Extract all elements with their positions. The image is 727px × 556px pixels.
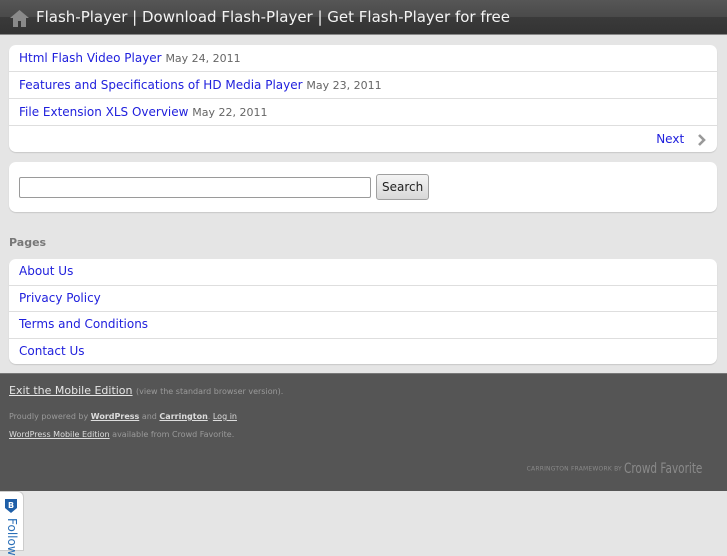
list-item: Privacy Policy [9,286,717,312]
follow-label: Follow [5,518,19,556]
home-icon[interactable] [10,10,29,27]
list-item: About Us [9,259,717,286]
next-link[interactable]: Next [656,132,684,146]
powered-by-line: Proudly powered by WordPress and Carring… [9,412,237,421]
exit-note: (view the standard browser version). [136,387,284,396]
svg-text:B: B [8,501,14,510]
list-item: Terms and Conditions [9,312,717,339]
search-form: Search [9,162,717,212]
pages-list: About Us Privacy Policy Terms and Condit… [9,259,717,364]
page-link-terms[interactable]: Terms and Conditions [19,317,148,331]
wpme-suffix: available from Crowd Favorite. [112,430,235,439]
framework-text: CARRINGTON FRAMEWORK BY [526,465,622,473]
page-link-about-us[interactable]: About Us [19,264,73,278]
wpme-line: WordPress Mobile Edition available from … [9,430,234,439]
and-text: and [141,412,157,421]
pages-heading: Pages [9,236,47,249]
carrington-link[interactable]: Carrington [159,412,207,421]
page-link-contact-us[interactable]: Contact Us [19,344,85,358]
list-item: File Extension XLS Overview May 22, 2011 [9,99,717,126]
search-input[interactable] [19,176,371,198]
post-date: May 22, 2011 [192,106,268,119]
site-title[interactable]: Flash-Player | Download Flash-Player | G… [36,8,510,26]
list-item: Contact Us [9,339,717,365]
post-date: May 24, 2011 [165,52,241,65]
login-link[interactable]: Log in [213,412,237,421]
post-link[interactable]: Html Flash Video Player [19,51,162,65]
post-date: May 23, 2011 [306,79,382,92]
post-link[interactable]: File Extension XLS Overview [19,105,188,119]
follow-widget[interactable]: B Follow [0,491,24,556]
recent-posts-list: Html Flash Video Player May 24, 2011 Fea… [9,45,717,152]
powered-prefix: Proudly powered by [9,412,89,421]
post-link[interactable]: Features and Specifications of HD Media … [19,78,303,92]
crowd-favorite-logo[interactable]: CARRINGTON FRAMEWORK BY Crowd Favorite [527,461,713,477]
chevron-right-icon[interactable] [697,133,707,146]
page-link-privacy-policy[interactable]: Privacy Policy [19,291,101,305]
wordpress-link[interactable]: WordPress [91,412,139,421]
list-item: Html Flash Video Player May 24, 2011 [9,45,717,72]
search-button[interactable]: Search [376,174,430,200]
list-item: Features and Specifications of HD Media … [9,72,717,99]
bloglovin-badge-icon: B [5,499,17,513]
site-footer: Exit the Mobile Edition (view the standa… [0,373,727,491]
pagination: Next [9,126,717,152]
crowd-favorite-text: Crowd Favorite [624,461,703,477]
exit-mobile-line: Exit the Mobile Edition (view the standa… [9,384,283,397]
exit-mobile-link[interactable]: Exit the Mobile Edition [9,384,133,397]
site-header: Flash-Player | Download Flash-Player | G… [0,0,727,35]
wpme-link[interactable]: WordPress Mobile Edition [9,430,110,439]
